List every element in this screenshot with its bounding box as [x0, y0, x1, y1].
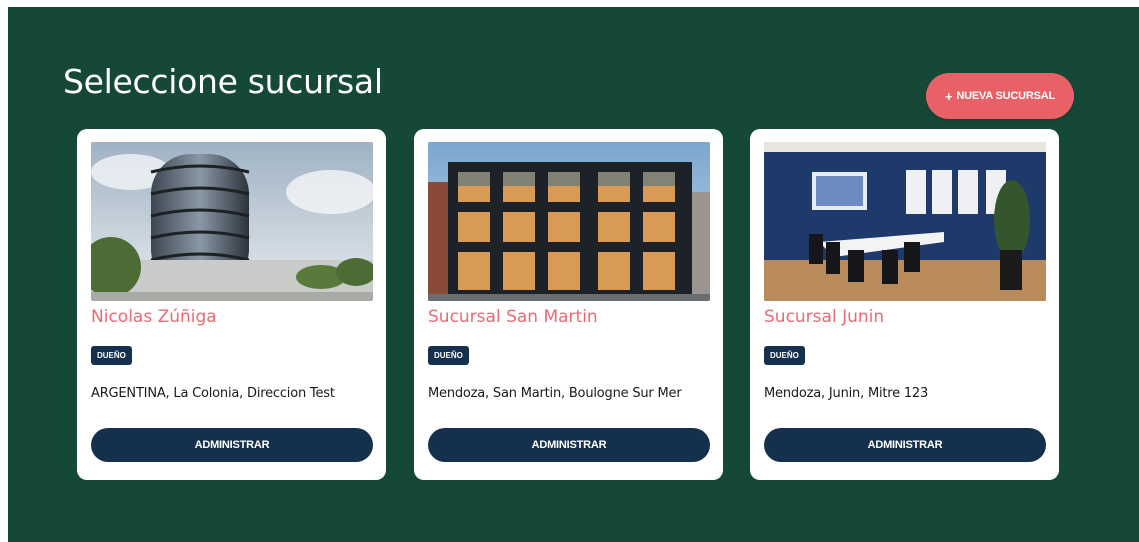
branch-card: Sucursal Junin DUEÑO Mendoza, Junin, Mit…	[750, 129, 1059, 480]
branch-address: Mendoza, San Martin, Boulogne Sur Mer	[428, 386, 682, 401]
administer-button[interactable]: ADMINISTRAR	[764, 428, 1046, 462]
plus-icon: +	[944, 88, 953, 104]
role-badge: DUEÑO	[428, 346, 469, 365]
branch-image	[91, 142, 373, 301]
branch-name[interactable]: Sucursal Junin	[764, 307, 884, 327]
branch-card: Nicolas Zúñiga DUEÑO ARGENTINA, La Colon…	[77, 129, 386, 480]
branch-name[interactable]: Nicolas Zúñiga	[91, 307, 217, 327]
branch-name[interactable]: Sucursal San Martin	[428, 307, 598, 327]
page-title: Seleccione sucursal	[63, 62, 383, 101]
role-badge: DUEÑO	[764, 346, 805, 365]
administer-button[interactable]: ADMINISTRAR	[428, 428, 710, 462]
administer-button[interactable]: ADMINISTRAR	[91, 428, 373, 462]
role-badge: DUEÑO	[91, 346, 132, 365]
branch-address: ARGENTINA, La Colonia, Direccion Test	[91, 386, 335, 401]
main-panel: Seleccione sucursal + NUEVA SUCURSAL Nic…	[8, 7, 1139, 542]
branch-image	[764, 142, 1046, 301]
new-branch-label: NUEVA SUCURSAL	[956, 90, 1056, 102]
branch-image	[428, 142, 710, 301]
branch-card: Sucursal San Martin DUEÑO Mendoza, San M…	[414, 129, 723, 480]
branch-address: Mendoza, Junin, Mitre 123	[764, 386, 929, 401]
new-branch-button[interactable]: + NUEVA SUCURSAL	[926, 73, 1074, 119]
